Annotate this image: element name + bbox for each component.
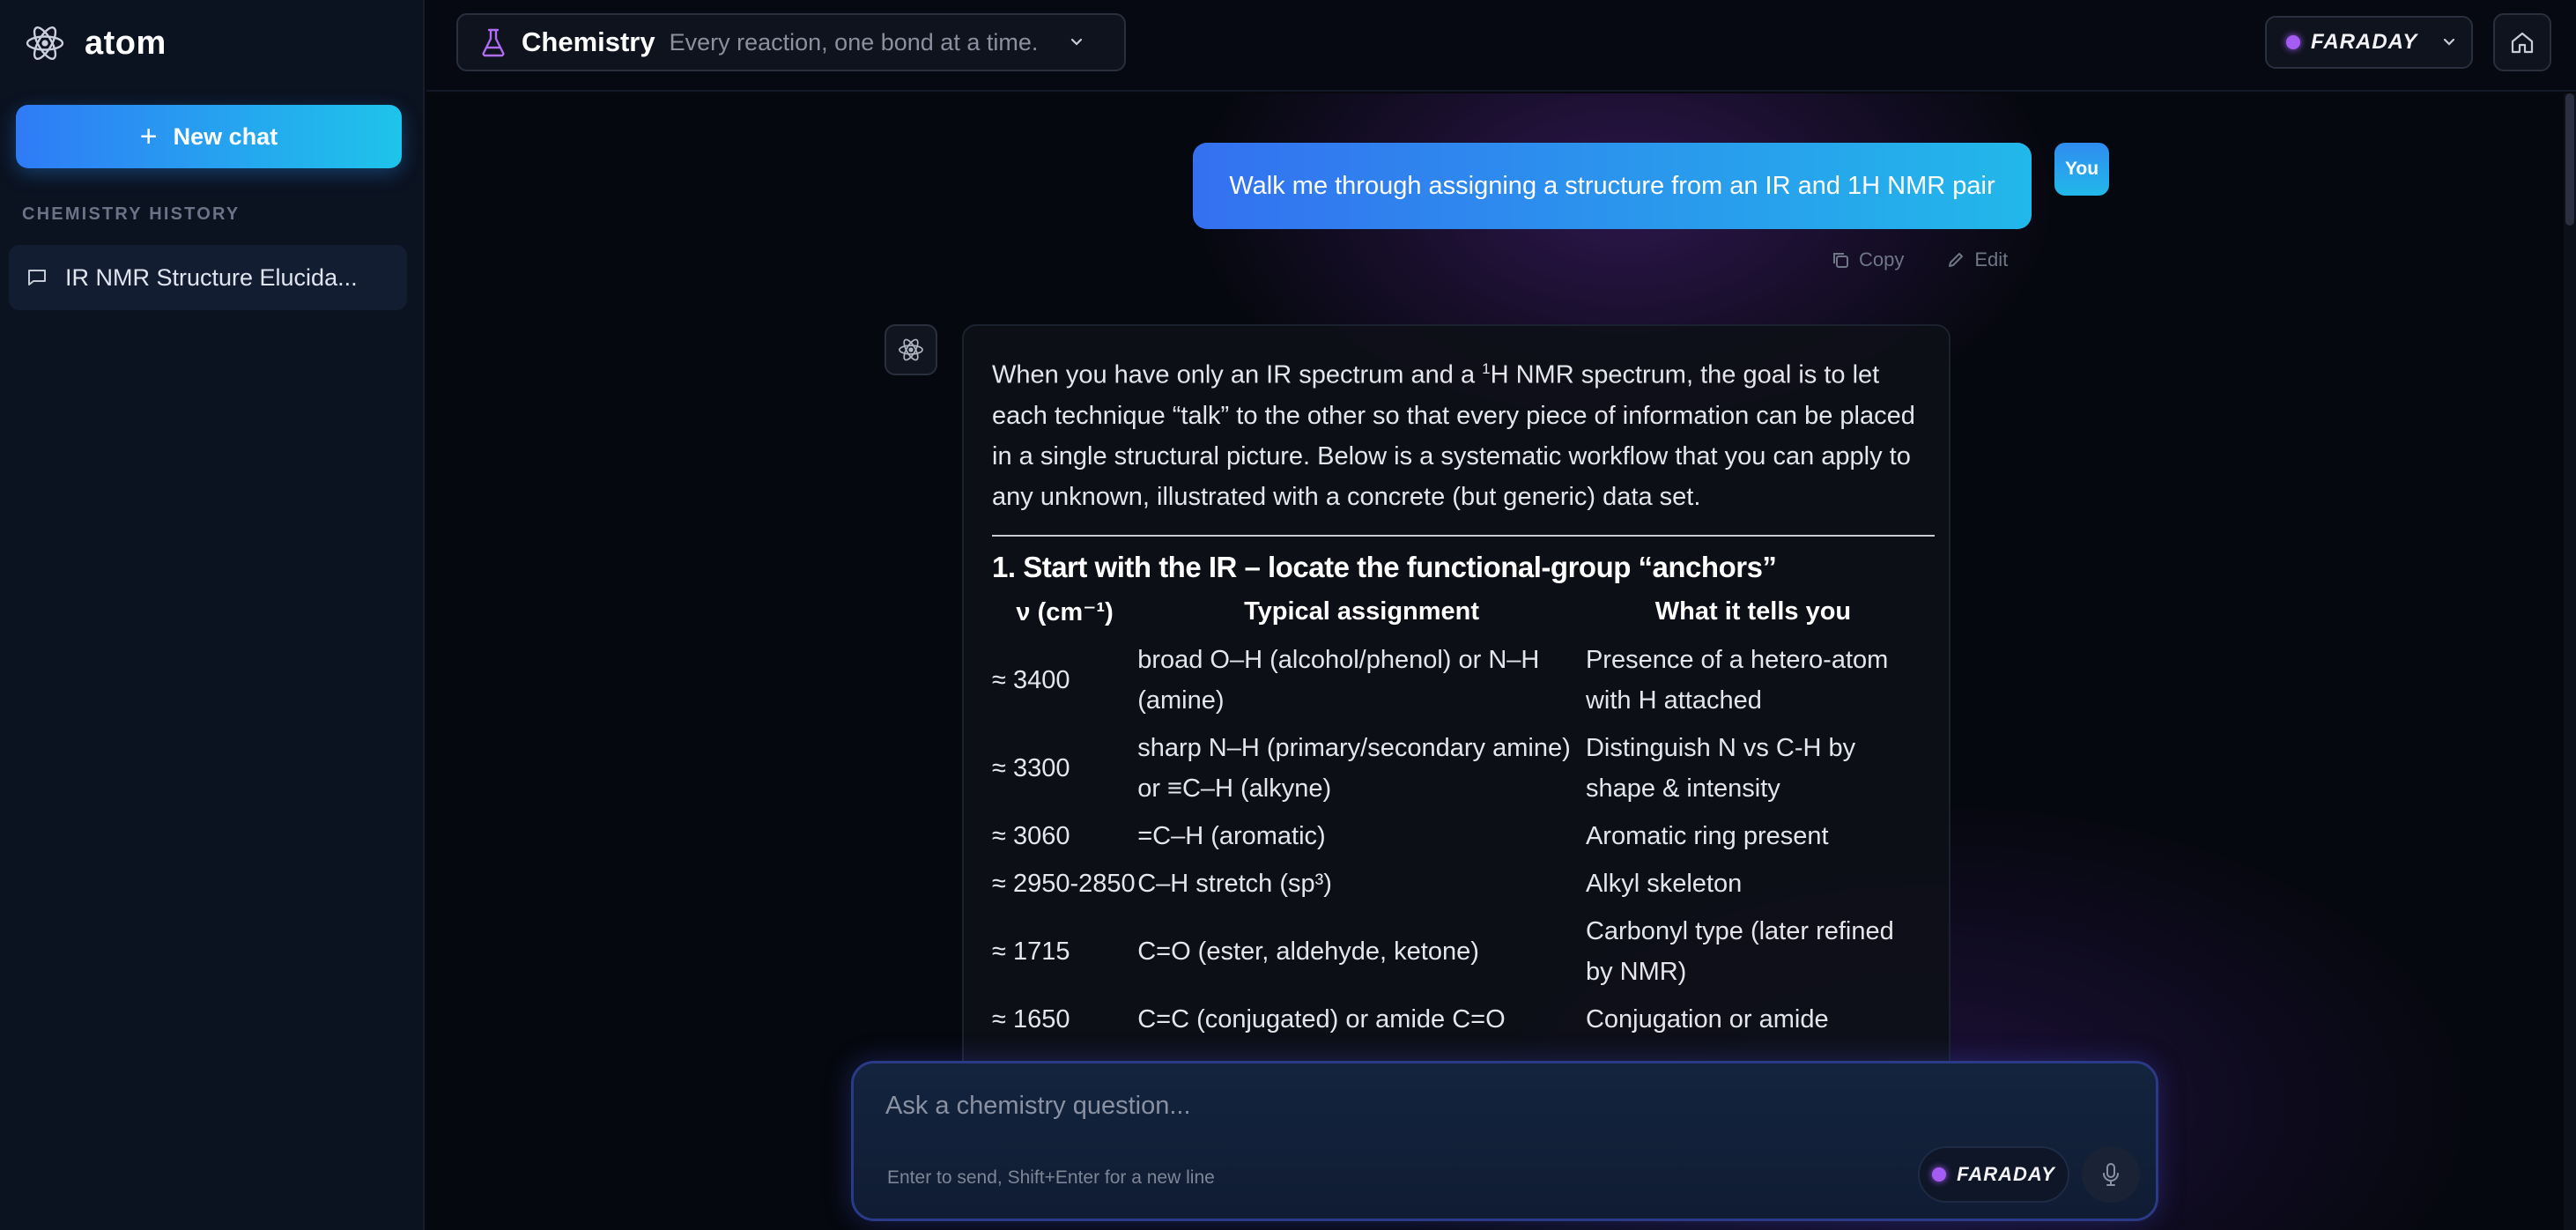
composer-model-name: FARADAY — [1957, 1163, 2055, 1185]
copy-button[interactable]: Copy — [1831, 248, 1904, 271]
user-message: Walk me through assigning a structure fr… — [1193, 143, 2032, 229]
plus-icon: + — [139, 120, 158, 153]
divider — [992, 534, 1935, 537]
ir-table: ν (cm⁻¹) Typical assignment What it tell… — [992, 593, 1921, 1043]
chat-area[interactable]: Walk me through assigning a structure fr… — [426, 93, 2576, 1230]
table-cell: Presence of a hetero-atom with H attache… — [1585, 645, 1889, 715]
intro-superscript: 1 — [1482, 360, 1491, 377]
scrollbar[interactable] — [2564, 93, 2576, 1230]
copy-label: Copy — [1859, 248, 1905, 270]
history-item[interactable]: IR NMR Structure Elucida... — [9, 245, 407, 310]
app-name: atom — [85, 24, 167, 62]
assistant-avatar — [885, 324, 937, 375]
model-selector[interactable]: FARADAY — [2265, 16, 2473, 69]
table-cell: Conjugation or amide — [1585, 1004, 1829, 1034]
table-row: ≈ 3300 sharp N–H (primary/secondary amin… — [992, 724, 1921, 812]
table-header: Typical assignment — [1244, 596, 1480, 626]
table-header: ν (cm⁻¹) — [1016, 597, 1114, 626]
scrollbar-thumb[interactable] — [2565, 93, 2574, 226]
subject-name: Chemistry — [522, 26, 655, 57]
edit-label: Edit — [1974, 248, 2009, 270]
table-cell: C=O (ester, aldehyde, ketone) — [1137, 937, 1479, 966]
sidebar: atom + New chat CHEMISTRY HISTORY IR NMR… — [0, 0, 425, 1230]
table-cell: =C–H (aromatic) — [1137, 821, 1326, 850]
model-status-dot — [1932, 1167, 1947, 1182]
composer-model-selector[interactable]: FARADAY — [1918, 1146, 2069, 1203]
table-row: ≈ 2950-2850 C–H stretch (sp³) Alkyl skel… — [992, 860, 1921, 908]
home-button[interactable] — [2493, 13, 2551, 71]
table-cell: ≈ 1650 — [992, 1004, 1070, 1034]
subject-tagline: Every reaction, one bond at a time. — [669, 28, 1039, 56]
history-section-title: CHEMISTRY HISTORY — [22, 204, 241, 224]
table-cell: ≈ 2950-2850 — [992, 869, 1136, 898]
chevron-down-icon — [2444, 38, 2455, 46]
new-chat-button[interactable]: + New chat — [16, 105, 402, 168]
table-cell: ≈ 3400 — [992, 665, 1070, 694]
home-icon — [2511, 32, 2534, 54]
table-cell: C=C (conjugated) or amide C=O — [1137, 1004, 1506, 1034]
edit-button[interactable]: Edit — [1946, 248, 2008, 271]
model-name: FARADAY — [2311, 30, 2418, 54]
table-cell: C–H stretch (sp³) — [1137, 869, 1332, 898]
subject-selector[interactable]: Chemistry Every reaction, one bond at a … — [456, 13, 1126, 71]
table-cell: ≈ 3060 — [992, 821, 1070, 850]
microphone-button[interactable] — [2082, 1146, 2140, 1203]
pencil-icon — [1949, 253, 1964, 267]
atom-icon — [899, 338, 923, 361]
copy-icon — [1833, 253, 1848, 268]
table-cell: broad O–H (alcohol/phenol) or N–H (amine… — [1137, 645, 1540, 715]
table-row: ≈ 1715 C=O (ester, aldehyde, ketone) Car… — [992, 908, 1921, 996]
table-cell: ≈ 3300 — [992, 753, 1070, 782]
user-avatar: You — [2054, 143, 2109, 196]
model-status-dot — [2286, 35, 2300, 49]
composer: Ask a chemistry question... Enter to sen… — [851, 1061, 2158, 1221]
microphone-icon — [2103, 1163, 2119, 1186]
section-heading: 1. Start with the IR – locate the functi… — [992, 550, 1777, 583]
atom-logo-icon — [26, 26, 64, 60]
table-cell: Aromatic ring present — [1585, 821, 1829, 850]
flask-icon — [482, 28, 505, 57]
history-item-label: IR NMR Structure Elucida... — [65, 263, 358, 291]
table-cell: Carbonyl type (later refined by NMR) — [1585, 916, 1894, 986]
new-chat-label: New chat — [173, 122, 278, 150]
table-row: ≈ 3060 =C–H (aromatic) Aromatic ring pre… — [992, 812, 1921, 860]
table-header: What it tells you — [1654, 596, 1852, 626]
chat-bubble-icon — [28, 270, 46, 285]
chat-input[interactable]: Ask a chemistry question... — [885, 1092, 1766, 1121]
table-row: ≈ 1650 C=C (conjugated) or amide C=O Con… — [992, 996, 1921, 1043]
top-bar: Chemistry Every reaction, one bond at a … — [426, 0, 2576, 92]
table-cell: sharp N–H (primary/secondary amine) or ≡… — [1137, 733, 1571, 803]
table-cell: Distinguish N vs C-H by shape & intensit… — [1585, 733, 1856, 803]
table-cell: Alkyl skeleton — [1585, 869, 1743, 898]
table-cell: ≈ 1715 — [992, 937, 1070, 966]
table-row: ≈ 3400 broad O–H (alcohol/phenol) or N–H… — [992, 636, 1921, 724]
chevron-down-icon — [1071, 38, 1083, 46]
message-actions: Copy Edit — [1831, 248, 2008, 271]
brand[interactable]: atom — [25, 23, 167, 63]
composer-hint: Enter to send, Shift+Enter for a new lin… — [887, 1167, 1215, 1188]
assistant-intro: When you have only an IR spectrum and a … — [992, 349, 1935, 517]
intro-text-a: When you have only an IR spectrum and a — [992, 360, 1483, 389]
